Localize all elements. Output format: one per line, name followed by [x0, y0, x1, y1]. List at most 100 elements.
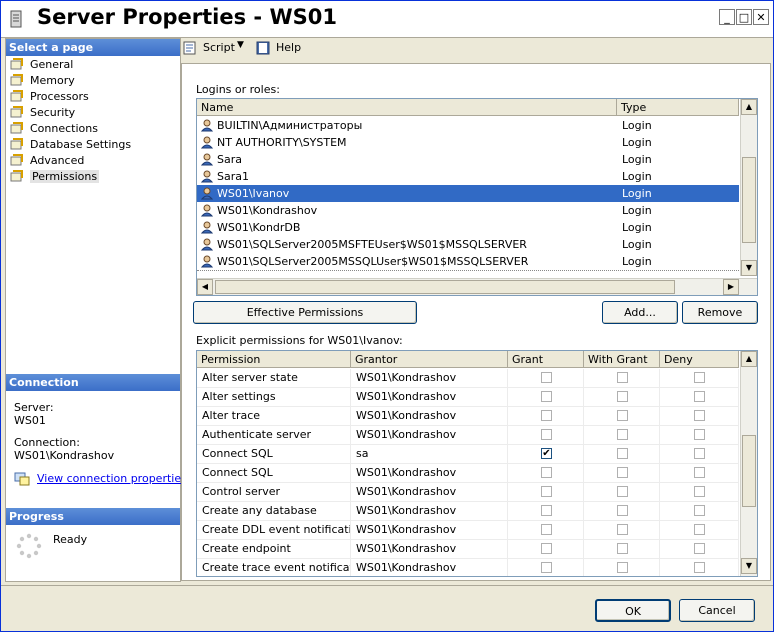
deny-checkbox[interactable]	[694, 505, 705, 516]
scroll-left-icon[interactable]: ◀	[197, 279, 213, 295]
with-grant-checkbox[interactable]	[617, 448, 628, 459]
with-grant-checkbox[interactable]	[617, 410, 628, 421]
scrollbar-thumb[interactable]	[742, 157, 756, 243]
page-item-memory[interactable]: Memory	[10, 73, 75, 89]
logins-type-column-header[interactable]: Type	[617, 99, 739, 116]
grant-checkbox[interactable]	[541, 467, 552, 478]
explicit-permissions-label: Explicit permissions for WS01\Ivanov:	[196, 334, 403, 347]
scrollbar-thumb[interactable]	[742, 435, 756, 507]
scroll-down-icon[interactable]: ▼	[741, 558, 757, 574]
grant-checkbox[interactable]: ✔	[541, 448, 552, 459]
minimize-button[interactable]: _	[719, 9, 735, 25]
with-grant-checkbox[interactable]	[617, 429, 628, 440]
permission-row[interactable]: Connect SQL WS01\Kondrashov	[197, 464, 739, 483]
permission-row[interactable]: Alter trace WS01\Kondrashov	[197, 407, 739, 426]
horizontal-scrollbar-thumb[interactable]	[215, 280, 675, 294]
login-row[interactable]: Sara Login	[197, 151, 739, 168]
scroll-up-icon[interactable]: ▲	[741, 99, 757, 115]
scroll-right-icon[interactable]: ▶	[723, 279, 739, 295]
grant-checkbox[interactable]	[541, 410, 552, 421]
login-row-partial[interactable]	[197, 270, 739, 275]
logins-horizontal-scrollbar[interactable]: ◀ ▶	[197, 278, 757, 295]
title-bar[interactable]: Server Properties - WS01 _ □ ✕	[1, 1, 773, 38]
close-button[interactable]: ✕	[753, 9, 769, 25]
with-grant-cell	[584, 483, 660, 501]
with-grant-checkbox[interactable]	[617, 391, 628, 402]
grant-checkbox[interactable]	[541, 486, 552, 497]
grant-checkbox[interactable]	[541, 372, 552, 383]
permission-row[interactable]: Alter server state WS01\Kondrashov	[197, 369, 739, 388]
deny-checkbox[interactable]	[694, 448, 705, 459]
script-button[interactable]: Script ▼	[183, 38, 249, 58]
deny-checkbox[interactable]	[694, 467, 705, 478]
add-button[interactable]: Add...	[602, 301, 678, 324]
with-grant-column-header[interactable]: With Grant	[584, 351, 660, 368]
deny-checkbox[interactable]	[694, 429, 705, 440]
with-grant-checkbox[interactable]	[617, 467, 628, 478]
logins-vertical-scrollbar[interactable]: ▲ ▼	[740, 99, 757, 276]
permission-row[interactable]: Alter settings WS01\Kondrashov	[197, 388, 739, 407]
login-name-cell: WS01\Kondrashov	[217, 204, 318, 217]
grant-checkbox[interactable]	[541, 505, 552, 516]
grant-checkbox[interactable]	[541, 543, 552, 554]
login-row[interactable]: BUILTIN\Администраторы Login	[197, 117, 739, 134]
permission-row[interactable]: Control server WS01\Kondrashov	[197, 483, 739, 502]
with-grant-checkbox[interactable]	[617, 543, 628, 554]
permission-row[interactable]: Connect SQL sa ✔	[197, 445, 739, 464]
scroll-down-icon[interactable]: ▼	[741, 260, 757, 276]
logins-grid[interactable]: Name Type BUILTIN\Администраторы Login NT …	[196, 98, 758, 296]
permission-row[interactable]: Create DDL event notification WS01\Kondra…	[197, 521, 739, 540]
page-item-security[interactable]: Security	[10, 105, 75, 121]
page-item-processors[interactable]: Processors	[10, 89, 89, 105]
deny-checkbox[interactable]	[694, 524, 705, 535]
grant-checkbox[interactable]	[541, 562, 552, 573]
grantor-cell: WS01\Kondrashov	[351, 426, 508, 444]
login-row[interactable]: WS01\KondrDB Login	[197, 219, 739, 236]
login-row[interactable]: Sara1 Login	[197, 168, 739, 185]
deny-checkbox[interactable]	[694, 372, 705, 383]
help-button[interactable]: Help	[256, 38, 304, 58]
deny-checkbox[interactable]	[694, 391, 705, 402]
effective-permissions-button[interactable]: Effective Permissions	[193, 301, 417, 324]
with-grant-checkbox[interactable]	[617, 372, 628, 383]
grant-column-header[interactable]: Grant	[508, 351, 584, 368]
grant-checkbox[interactable]	[541, 429, 552, 440]
grantor-column-header[interactable]: Grantor	[351, 351, 508, 368]
permission-row[interactable]: Create endpoint WS01\Kondrashov	[197, 540, 739, 559]
permission-row[interactable]: Create any database WS01\Kondrashov	[197, 502, 739, 521]
permissions-vertical-scrollbar[interactable]: ▲ ▼	[740, 351, 757, 576]
page-item-database-settings[interactable]: Database Settings	[10, 137, 131, 153]
permissions-grid[interactable]: Permission Grantor Grant With Grant Deny…	[196, 350, 758, 577]
page-item-advanced[interactable]: Advanced	[10, 153, 84, 169]
deny-checkbox[interactable]	[694, 562, 705, 573]
grant-checkbox[interactable]	[541, 391, 552, 402]
deny-checkbox[interactable]	[694, 486, 705, 497]
deny-checkbox[interactable]	[694, 543, 705, 554]
grant-checkbox[interactable]	[541, 524, 552, 535]
with-grant-checkbox[interactable]	[617, 486, 628, 497]
permission-column-header[interactable]: Permission	[197, 351, 351, 368]
remove-button[interactable]: Remove	[682, 301, 758, 324]
with-grant-checkbox[interactable]	[617, 505, 628, 516]
logins-name-column-header[interactable]: Name	[197, 99, 617, 116]
page-item-connections[interactable]: Connections	[10, 121, 98, 137]
deny-cell	[660, 388, 739, 406]
maximize-button[interactable]: □	[736, 9, 752, 25]
login-row[interactable]: WS01\SQLServer2005MSSQLUser$WS01$MSSQLSE…	[197, 253, 739, 270]
page-item-general[interactable]: General	[10, 57, 73, 73]
scroll-up-icon[interactable]: ▲	[741, 351, 757, 367]
login-row[interactable]: WS01\Kondrashov Login	[197, 202, 739, 219]
view-connection-properties-link[interactable]: View connection properties	[37, 472, 187, 485]
cancel-button[interactable]: Cancel	[679, 599, 755, 622]
with-grant-checkbox[interactable]	[617, 524, 628, 535]
login-row[interactable]: WS01\SQLServer2005MSFTEUser$WS01$MSSQLSE…	[197, 236, 739, 253]
login-row[interactable]: NT AUTHORITY\SYSTEM Login	[197, 134, 739, 151]
login-row[interactable]: WS01\Ivanov Login	[197, 185, 739, 202]
page-item-permissions[interactable]: Permissions	[10, 169, 100, 185]
permission-row[interactable]: Create trace event notificati... WS01\Kon…	[197, 559, 739, 576]
deny-column-header[interactable]: Deny	[660, 351, 739, 368]
deny-checkbox[interactable]	[694, 410, 705, 421]
with-grant-checkbox[interactable]	[617, 562, 628, 573]
permission-row[interactable]: Authenticate server WS01\Kondrashov	[197, 426, 739, 445]
ok-button[interactable]: OK	[595, 599, 671, 622]
